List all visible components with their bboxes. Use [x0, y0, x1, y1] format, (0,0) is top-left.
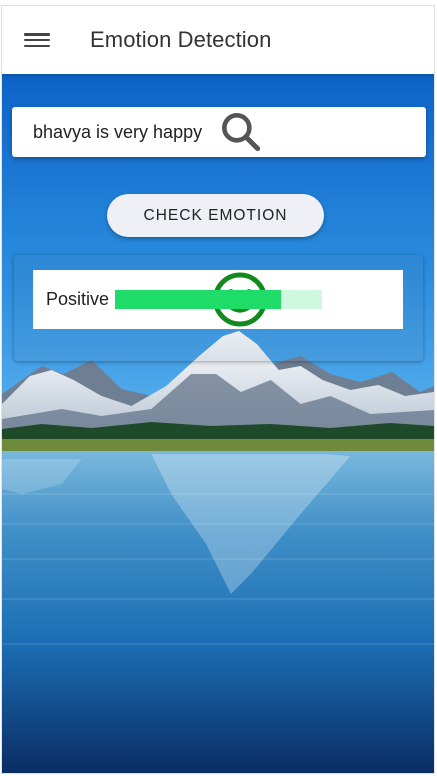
background-scene: CHECK EMOTION Positive [2, 74, 434, 773]
search-icon[interactable] [34, 107, 434, 157]
app-bar: Emotion Detection [2, 6, 434, 74]
result-panel: Positive [14, 255, 423, 361]
sentiment-score-meter [115, 290, 323, 309]
check-emotion-button[interactable]: CHECK EMOTION [107, 194, 324, 237]
sentiment-score-fill [115, 290, 281, 309]
mountain-lake-background [2, 74, 434, 773]
app-frame: Emotion Detection bhavya is very happy C… [1, 5, 435, 774]
search-bar [12, 107, 426, 157]
app-title: Emotion Detection [90, 27, 272, 52]
result-card: Positive [33, 270, 403, 329]
hamburger-menu-icon[interactable] [24, 30, 50, 50]
